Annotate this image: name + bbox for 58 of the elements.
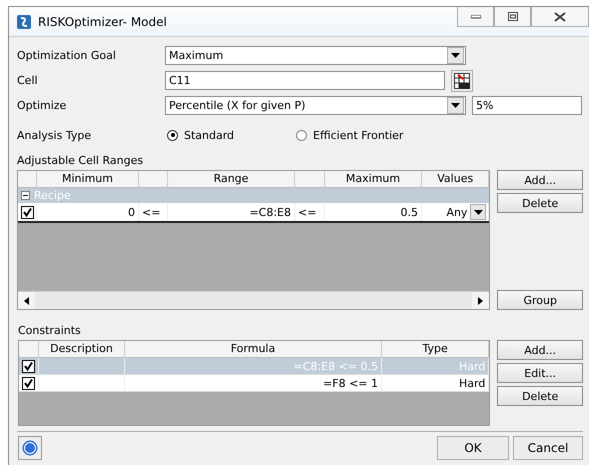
column-header: Type (382, 341, 490, 358)
spreadsheet-icon (454, 72, 470, 88)
field-label: Analysis Type (17, 128, 92, 142)
column-header: Range (168, 171, 295, 188)
scroll-right-icon[interactable] (472, 292, 490, 309)
field-label: Optimization Goal (17, 49, 117, 62)
help-button[interactable] (18, 436, 42, 460)
close-icon (554, 12, 566, 22)
table-cell: Hard (382, 375, 490, 391)
checkbox[interactable] (22, 360, 35, 372)
maximize-icon (508, 12, 518, 21)
radio-button[interactable] (296, 130, 308, 140)
minimize-button[interactable] (457, 7, 494, 27)
radio-button[interactable] (167, 130, 178, 140)
cell-field[interactable]: C11 (165, 71, 445, 90)
section-label: Adjustable Cell Ranges (17, 154, 144, 169)
table-cell: <= (295, 203, 325, 221)
horizontal-scrollbar[interactable] (18, 291, 490, 309)
group-button[interactable]: Group (497, 290, 583, 310)
close-button[interactable] (531, 7, 589, 27)
group-label: Recipe (34, 189, 71, 202)
app-logo-icon (16, 14, 32, 30)
values-dropdown[interactable]: Any (446, 206, 468, 218)
table-cell: <= (139, 203, 168, 221)
checkbox[interactable] (21, 206, 34, 218)
percentile-field[interactable]: 5% (472, 96, 582, 115)
scroll-left-icon[interactable] (18, 292, 35, 309)
checkbox[interactable] (22, 376, 35, 390)
optimize-dropdown[interactable]: Percentile (X for given P) (165, 96, 466, 115)
dialog-button[interactable]: Delete (497, 386, 583, 406)
collapse-icon[interactable] (21, 191, 30, 200)
table-cell: =C8:E8 <= 0.5 (125, 358, 382, 374)
table-cell: 0 (37, 203, 139, 221)
dialog-button[interactable]: Edit... (497, 363, 583, 383)
column-header: Formula (125, 341, 382, 358)
table-cell: Hard (382, 358, 490, 374)
column-header: Description (39, 341, 125, 358)
ok-button[interactable]: OK (437, 436, 509, 460)
table-cell: =F8 <= 1 (125, 375, 382, 391)
column-header: Minimum (37, 171, 139, 188)
dialog-button[interactable]: Add... (497, 340, 583, 360)
window-title: RISKOptimizer- Model (38, 14, 167, 28)
radio-label[interactable]: Efficient Frontier (313, 128, 404, 142)
minimize-icon (470, 14, 480, 18)
field-label: Cell (17, 74, 39, 87)
radio-label[interactable]: Standard (184, 128, 234, 142)
field-label: Optimize (17, 99, 68, 112)
table-cell: 0.5 (325, 203, 422, 221)
dialog-button[interactable]: Delete (497, 193, 583, 213)
cell-picker-button[interactable] (451, 70, 473, 92)
maximize-button[interactable] (494, 7, 531, 27)
cancel-button[interactable]: Cancel (513, 436, 583, 460)
dialog-button[interactable]: Add... (497, 170, 583, 190)
table-cell: =C8:E8 (168, 203, 295, 221)
column-header: Values (422, 171, 490, 188)
goal-dropdown[interactable]: Maximum (165, 46, 466, 65)
section-label: Constraints (18, 324, 82, 339)
column-header: Maximum (325, 171, 422, 188)
